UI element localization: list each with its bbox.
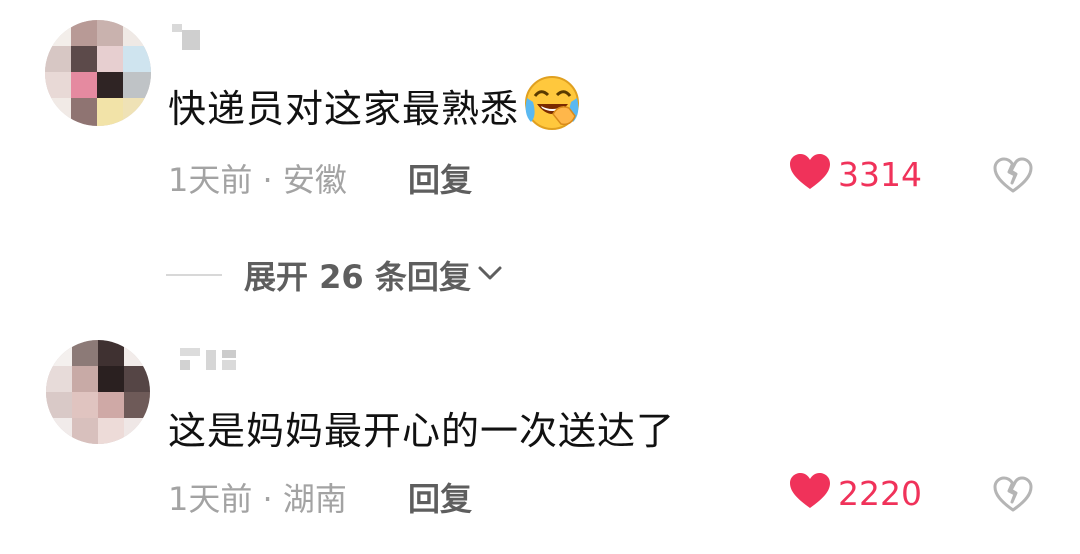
comment-location: 湖南 (282, 480, 347, 518)
expand-replies-button[interactable]: 展开 26 条回复 (166, 252, 503, 298)
comment-location: 安徽 (282, 161, 347, 199)
dislike-button[interactable] (993, 476, 1033, 516)
like-button[interactable]: 2220 (790, 473, 922, 513)
comment-text-content: 快递员对这家最熟悉 (168, 87, 520, 131)
comment-meta: 1天前 · 湖南 (168, 474, 347, 520)
comment-time: 1天前 (168, 480, 253, 518)
meta-separator: · (262, 161, 273, 199)
avatar[interactable] (46, 340, 150, 444)
comment-time: 1天前 (168, 161, 253, 199)
broken-heart-icon (993, 157, 1033, 197)
like-button[interactable]: 3314 (790, 154, 922, 194)
comment-text: 快递员对这家最熟悉 (168, 76, 581, 141)
comment-meta: 1天前 · 安徽 (168, 155, 347, 201)
comment-text: 这是妈妈最开心的一次送达了 (168, 400, 675, 455)
divider-line (166, 274, 222, 276)
reply-button[interactable]: 回复 (408, 474, 472, 520)
username-blurred[interactable] (172, 346, 242, 372)
expand-replies-label: 展开 26 条回复 (244, 258, 471, 296)
reply-button[interactable]: 回复 (408, 155, 472, 201)
dislike-button[interactable] (993, 157, 1033, 197)
chevron-down-icon (477, 264, 503, 286)
username-blurred[interactable] (172, 24, 212, 50)
avatar[interactable] (45, 20, 151, 126)
comment-item: 快递员对这家最熟悉 1天前 · 安徽 回复 3314 展开 26 条回复 (0, 0, 1080, 296)
laughing-emoji-icon (523, 74, 581, 141)
comment-item: 这是妈妈最开心的一次送达了 1天前 · 湖南 回复 2220 (0, 320, 1080, 554)
like-count: 2220 (838, 473, 922, 513)
heart-icon (790, 154, 830, 194)
heart-icon (790, 473, 830, 513)
comment-text-content: 这是妈妈最开心的一次送达了 (168, 409, 676, 453)
like-count: 3314 (838, 154, 922, 194)
broken-heart-icon (993, 476, 1033, 516)
meta-separator: · (262, 480, 273, 518)
